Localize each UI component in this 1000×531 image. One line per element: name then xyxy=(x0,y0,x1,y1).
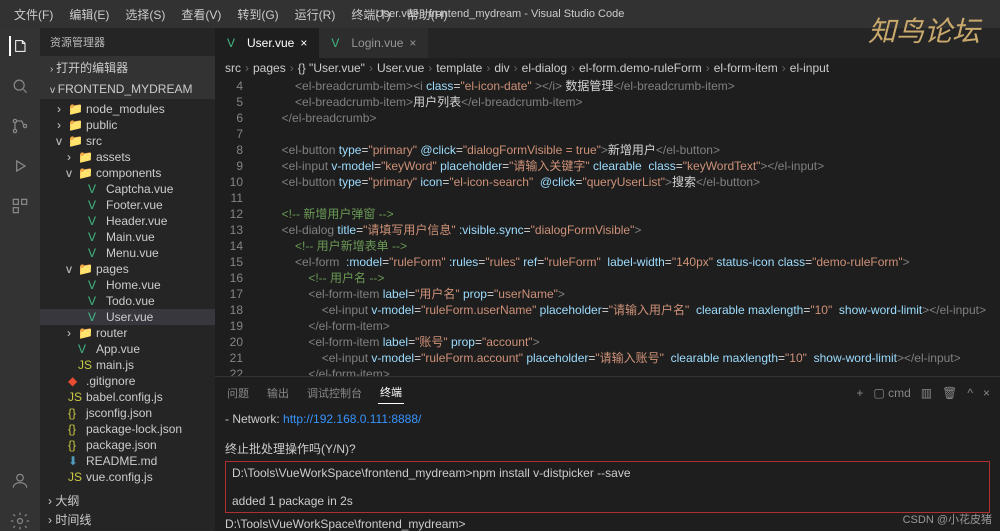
explorer-icon[interactable] xyxy=(9,36,29,56)
tree-item[interactable]: VMenu.vue xyxy=(40,245,215,261)
close-tab-icon[interactable]: × xyxy=(409,36,416,50)
maximize-panel-icon[interactable]: ^ xyxy=(967,386,973,400)
panel-tab[interactable]: 问题 xyxy=(225,382,251,404)
editor-tab[interactable]: V User.vue × xyxy=(215,28,319,58)
panel-tab[interactable]: 调试控制台 xyxy=(305,382,364,404)
panel-tab[interactable]: 输出 xyxy=(265,382,291,404)
terminal-shell[interactable]: ▢ cmd xyxy=(873,386,910,400)
tree-item[interactable]: JSbabel.config.js xyxy=(40,389,215,405)
project-header[interactable]: v FRONTEND_MYDREAM xyxy=(40,79,215,99)
tree-item[interactable]: JSmain.js xyxy=(40,357,215,373)
tree-item[interactable]: ◆.gitignore xyxy=(40,373,215,389)
panel-tab[interactable]: 终端 xyxy=(378,381,404,404)
tree-item[interactable]: v📁pages xyxy=(40,261,215,277)
tree-item[interactable]: VHome.vue xyxy=(40,277,215,293)
panel-tabs: 问题输出调试控制台终端 + ▢ cmd ▥ 🗑 ^ × xyxy=(215,377,1000,408)
tree-item[interactable]: JSvue.config.js xyxy=(40,469,215,485)
breadcrumb-item[interactable]: div xyxy=(494,61,509,75)
editor-area: V User.vue ×V Login.vue × src›pages›{} "… xyxy=(215,28,1000,531)
breadcrumb-item[interactable]: el-dialog xyxy=(522,61,567,75)
breadcrumb-item[interactable]: src xyxy=(225,61,241,75)
code-editor[interactable]: 4 <el-breadcrumb-item><i class="el-icon-… xyxy=(215,78,1000,376)
new-terminal-icon[interactable]: + xyxy=(856,386,863,400)
search-icon[interactable] xyxy=(10,76,30,96)
tree-item[interactable]: v📁components xyxy=(40,165,215,181)
tree-item[interactable]: ›📁node_modules xyxy=(40,101,215,117)
debug-icon[interactable] xyxy=(10,156,30,176)
tree-item[interactable]: VFooter.vue xyxy=(40,197,215,213)
tree-item[interactable]: VApp.vue xyxy=(40,341,215,357)
credit: CSDN @小花皮猪 xyxy=(903,511,992,527)
sidebar-bottom: › 大纲 › 时间线 xyxy=(40,489,215,531)
tree-item[interactable]: VUser.vue xyxy=(40,309,215,325)
menu-goto[interactable]: 转到(G) xyxy=(231,4,284,25)
breadcrumb-item[interactable]: {} "User.vue" xyxy=(298,61,365,75)
close-tab-icon[interactable]: × xyxy=(300,36,307,50)
menu-file[interactable]: 文件(F) xyxy=(8,4,59,25)
editor-tabs: V User.vue ×V Login.vue × xyxy=(215,28,1000,58)
menu-run[interactable]: 运行(R) xyxy=(289,4,342,25)
tree-item[interactable]: {}package.json xyxy=(40,437,215,453)
breadcrumb-item[interactable]: User.vue xyxy=(377,61,424,75)
highlighted-command: D:\Tools\VueWorkSpace\frontend_mydream>n… xyxy=(225,461,990,513)
tree-item[interactable]: v📁src xyxy=(40,133,215,149)
tree-item[interactable]: ⬇README.md xyxy=(40,453,215,469)
extensions-icon[interactable] xyxy=(10,196,30,216)
tree-item[interactable]: VMain.vue xyxy=(40,229,215,245)
activity-bar xyxy=(0,28,40,531)
open-editors-header[interactable]: › 打开的编辑器 xyxy=(40,56,215,79)
timeline-section[interactable]: › 时间线 xyxy=(48,510,207,529)
sidebar: 资源管理器 › 打开的编辑器 v FRONTEND_MYDREAM ›📁node… xyxy=(40,28,215,531)
kill-terminal-icon[interactable]: 🗑 xyxy=(942,386,957,400)
menu-edit[interactable]: 编辑(E) xyxy=(63,4,115,25)
tree-item[interactable]: ›📁assets xyxy=(40,149,215,165)
tree-item[interactable]: ›📁router xyxy=(40,325,215,341)
menubar: 文件(F) 编辑(E) 选择(S) 查看(V) 转到(G) 运行(R) 终端(T… xyxy=(0,0,1000,28)
tree-item[interactable]: VCaptcha.vue xyxy=(40,181,215,197)
sidebar-title: 资源管理器 xyxy=(40,28,215,56)
menu-view[interactable]: 查看(V) xyxy=(175,4,227,25)
gear-icon[interactable] xyxy=(10,511,30,531)
breadcrumb-item[interactable]: el-input xyxy=(790,61,829,75)
scm-icon[interactable] xyxy=(10,116,30,136)
breadcrumb-item[interactable]: template xyxy=(436,61,482,75)
breadcrumb-item[interactable]: el-form.demo-ruleForm xyxy=(579,61,702,75)
outline-section[interactable]: › 大纲 xyxy=(48,491,207,510)
tree-item[interactable]: VHeader.vue xyxy=(40,213,215,229)
tree-item[interactable]: VTodo.vue xyxy=(40,293,215,309)
tree-item[interactable]: ›📁public xyxy=(40,117,215,133)
editor-tab[interactable]: V Login.vue × xyxy=(319,28,428,58)
file-tree: ›📁node_modules›📁publicv📁src›📁assetsv📁com… xyxy=(40,99,215,487)
tree-item[interactable]: {}package-lock.json xyxy=(40,421,215,437)
terminal[interactable]: - Network: http://192.168.0.111:8888/ 终止… xyxy=(215,408,1000,531)
close-panel-icon[interactable]: × xyxy=(983,386,990,400)
breadcrumb-item[interactable]: pages xyxy=(253,61,286,75)
breadcrumb-item[interactable]: el-form-item xyxy=(714,61,778,75)
window-title: User.vue - frontend_mydream - Visual Stu… xyxy=(370,6,631,22)
account-icon[interactable] xyxy=(10,471,30,491)
tree-item[interactable]: {}jsconfig.json xyxy=(40,405,215,421)
breadcrumb[interactable]: src›pages›{} "User.vue"›User.vue›templat… xyxy=(215,58,1000,78)
bottom-panel: 问题输出调试控制台终端 + ▢ cmd ▥ 🗑 ^ × - Network: h… xyxy=(215,376,1000,531)
menu-select[interactable]: 选择(S) xyxy=(119,4,171,25)
split-terminal-icon[interactable]: ▥ xyxy=(921,386,932,400)
